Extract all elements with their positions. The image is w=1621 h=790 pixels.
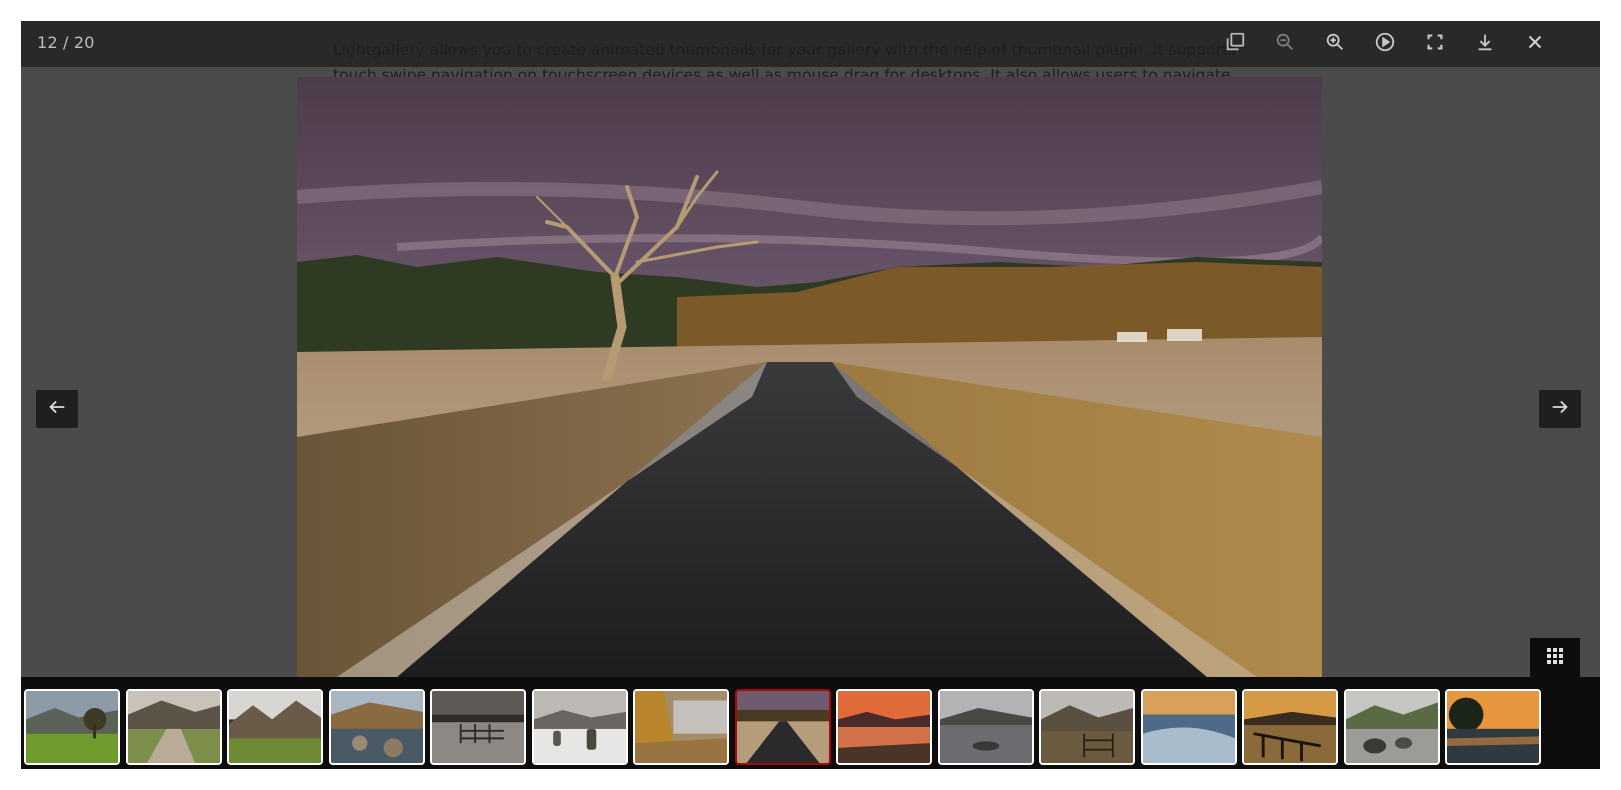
zoom-in-icon bbox=[1324, 31, 1346, 57]
thumbnail-jetty-sunset[interactable] bbox=[1242, 689, 1338, 765]
thumbnail-lake-rocks[interactable] bbox=[1344, 689, 1440, 765]
download-icon bbox=[1474, 31, 1496, 57]
close-button[interactable] bbox=[1518, 27, 1552, 61]
thumbnail-gate-valley[interactable] bbox=[1039, 689, 1135, 765]
thumbnail-snow-stones[interactable] bbox=[532, 689, 628, 765]
thumbnail-calm-lake[interactable] bbox=[938, 689, 1034, 765]
thumbnail-road-valley[interactable] bbox=[126, 689, 222, 765]
thumbnail-tree-sunset[interactable] bbox=[1445, 689, 1541, 765]
fullscreen-button[interactable] bbox=[1418, 27, 1452, 61]
thumbnail-meadow-tree[interactable] bbox=[24, 689, 120, 765]
thumbnail-golden-lake[interactable] bbox=[633, 689, 729, 765]
prev-slide-button[interactable] bbox=[36, 390, 78, 428]
slide-caption: Lightgallery allows you to create animat… bbox=[333, 41, 1237, 78]
close-icon bbox=[1524, 31, 1546, 57]
thumbnail-toggle-button[interactable] bbox=[1530, 638, 1580, 678]
thumbnail-frosty-road[interactable] bbox=[735, 689, 831, 765]
toolbar: 12 / 20 Lightgallery allows you to creat… bbox=[21, 21, 1600, 78]
slide-counter: 12 / 20 bbox=[37, 33, 95, 52]
thumbnail-waterfall-dusk[interactable] bbox=[1141, 689, 1237, 765]
zoom-out-button[interactable] bbox=[1268, 27, 1302, 61]
arrow-left-icon bbox=[46, 396, 68, 422]
play-icon bbox=[1374, 31, 1396, 57]
fullscreen-icon bbox=[1424, 31, 1446, 57]
arrow-right-icon bbox=[1549, 396, 1571, 422]
autoplay-button[interactable] bbox=[1368, 27, 1402, 61]
grid-icon bbox=[1546, 647, 1564, 669]
download-button[interactable] bbox=[1468, 27, 1502, 61]
lightgallery-viewer: 12 / 20 Lightgallery allows you to creat… bbox=[21, 21, 1600, 769]
next-slide-button[interactable] bbox=[1539, 390, 1581, 428]
thumbnail-green-mountains[interactable] bbox=[227, 689, 323, 765]
copy-button[interactable] bbox=[1218, 27, 1252, 61]
copy-icon bbox=[1224, 31, 1246, 57]
thumbnail-strip bbox=[21, 677, 1600, 769]
thumbnail-flooded-fence[interactable] bbox=[430, 689, 526, 765]
zoom-out-icon bbox=[1274, 31, 1296, 57]
thumbnail-sunset-lake[interactable] bbox=[836, 689, 932, 765]
main-slide-image bbox=[297, 77, 1322, 677]
thumbnail-stream-rocks[interactable] bbox=[329, 689, 425, 765]
zoom-in-button[interactable] bbox=[1318, 27, 1352, 61]
